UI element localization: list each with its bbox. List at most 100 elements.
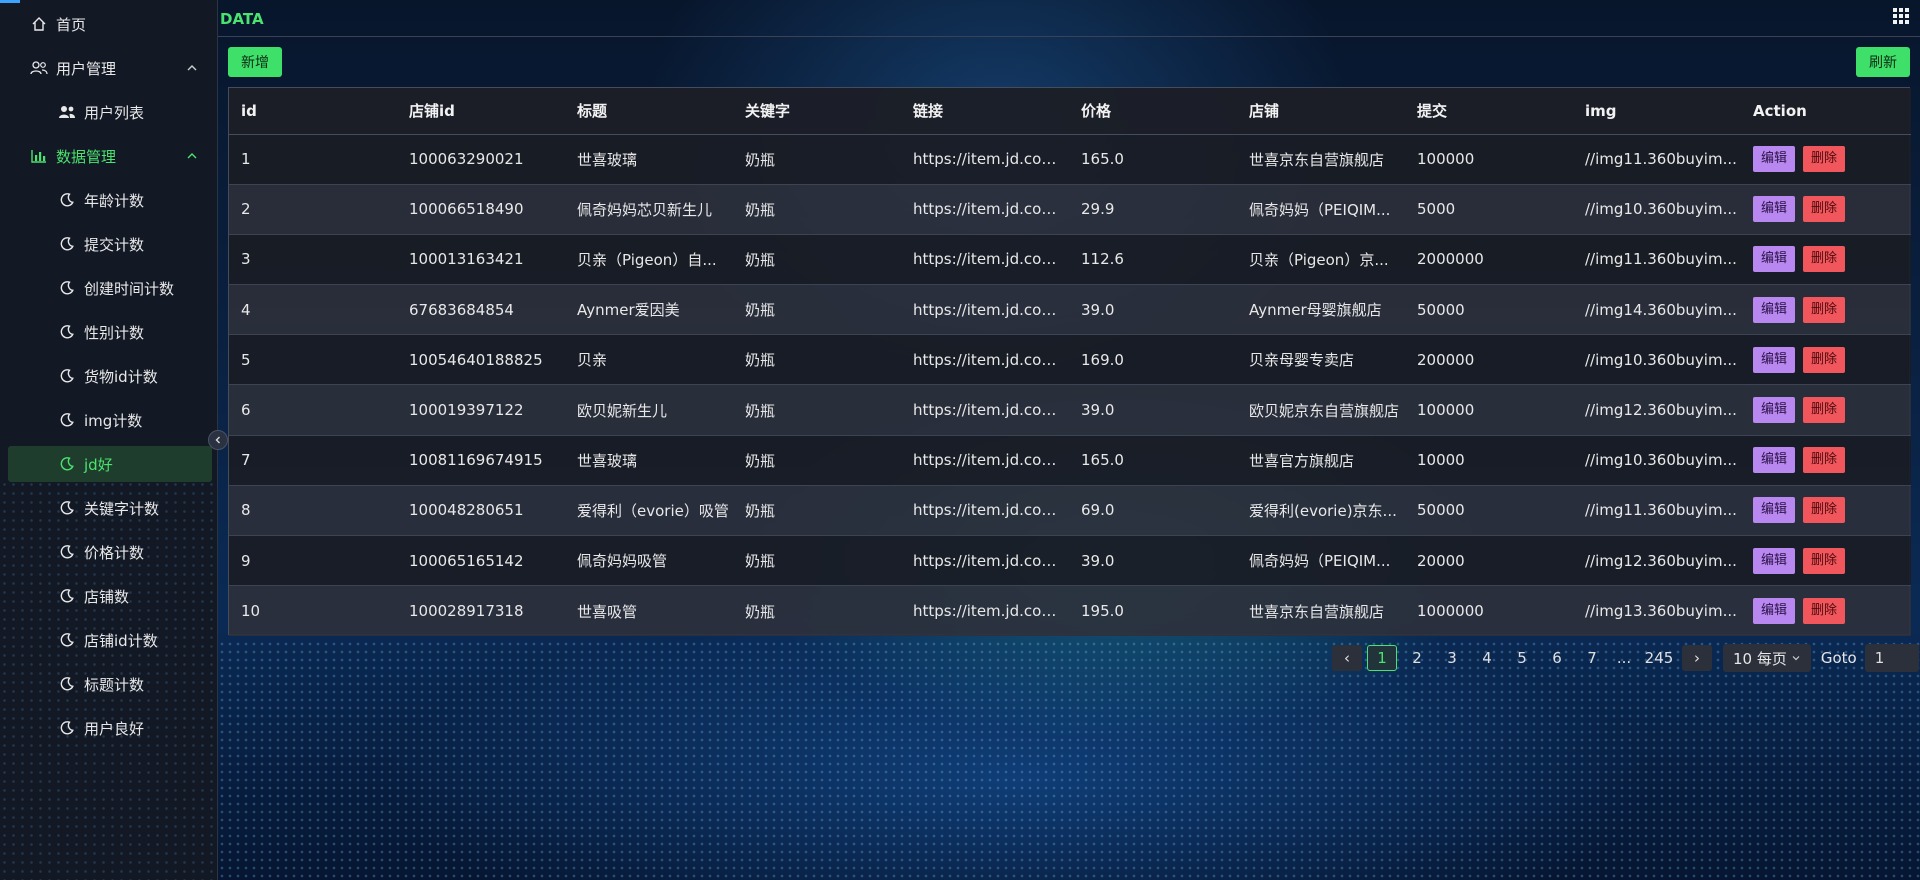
- delete-button[interactable]: 删除: [1803, 346, 1846, 373]
- pagination: ‹ 1 2 3 4 5 6 7... 245 › 10 每页 Goto: [1332, 644, 1919, 672]
- moon-icon: [58, 191, 76, 209]
- delete-button[interactable]: 删除: [1803, 598, 1846, 625]
- table-cell: 5: [229, 334, 397, 386]
- page-number-button[interactable]: 3: [1437, 645, 1467, 671]
- edit-button[interactable]: 编辑: [1753, 246, 1796, 273]
- page-number-button[interactable]: 2: [1402, 645, 1432, 671]
- sidebar-item-data-4[interactable]: 货物id计数: [0, 358, 218, 394]
- sidebar-item-data-3[interactable]: 性别计数: [0, 314, 218, 350]
- data-table: id 店铺id 标题 关键字 链接 价格 店铺 提交 img Action 1 1000632900…: [228, 87, 1911, 636]
- sidebar-group-data-mgmt[interactable]: 数据管理: [0, 138, 218, 174]
- refresh-button[interactable]: 刷新: [1856, 47, 1910, 77]
- table-cell: Aynmer母婴旗舰店: [1237, 284, 1405, 336]
- edit-button[interactable]: 编辑: [1753, 447, 1796, 474]
- sidebar-collapse-button[interactable]: [208, 430, 228, 450]
- table-cell: //img10.360buyim...: [1573, 435, 1741, 486]
- next-page-button[interactable]: ›: [1682, 645, 1712, 671]
- sidebar-item-data-6[interactable]: jd好: [8, 446, 212, 482]
- sidebar-item-data-7[interactable]: 关键字计数: [0, 490, 218, 526]
- table-cell: 195.0: [1069, 585, 1237, 636]
- delete-button[interactable]: 删除: [1803, 196, 1846, 223]
- page-number-button[interactable]: 6: [1542, 645, 1572, 671]
- table-row: 2 100066518490 佩奇妈妈芯贝新生儿 奶瓶 https://item.jd.…: [229, 184, 1911, 235]
- delete-button[interactable]: 删除: [1803, 397, 1846, 424]
- table-cell: 欧贝妮京东自营旗舰店: [1237, 384, 1405, 436]
- delete-button[interactable]: 删除: [1803, 146, 1846, 173]
- sidebar-item-data-5[interactable]: img计数: [0, 402, 218, 438]
- page-number-button[interactable]: 5: [1507, 645, 1537, 671]
- sidebar-item-data-8[interactable]: 价格计数: [0, 534, 218, 570]
- table-cell: https://item.jd.com...: [901, 184, 1069, 235]
- edit-button[interactable]: 编辑: [1753, 397, 1796, 424]
- sidebar-item-data-1[interactable]: 提交计数: [0, 226, 218, 262]
- chevron-up-icon: [187, 153, 197, 159]
- background-dots: [218, 640, 1920, 880]
- goto-input[interactable]: [1864, 644, 1919, 672]
- table-cell: 20000: [1405, 535, 1573, 587]
- edit-button[interactable]: 编辑: [1753, 497, 1796, 524]
- page-number-button[interactable]: 4: [1472, 645, 1502, 671]
- sidebar-item-data-2[interactable]: 创建时间计数: [0, 270, 218, 306]
- table-cell: https://item.jd.com...: [901, 384, 1069, 436]
- table-cell: 7: [229, 435, 397, 486]
- delete-button[interactable]: 删除: [1803, 246, 1846, 273]
- moon-icon: [58, 455, 76, 473]
- table-cell: 100063290021: [397, 134, 565, 185]
- sidebar-item-label: 关键字计数: [84, 499, 160, 518]
- sidebar-item-label: 价格计数: [84, 543, 145, 562]
- chevron-left-icon: [215, 436, 220, 444]
- sidebar-item-data-10[interactable]: 店铺id计数: [0, 622, 218, 658]
- table-cell: //img11.360buyim...: [1573, 485, 1741, 537]
- table-cell: 165.0: [1069, 435, 1237, 486]
- table-cell: 奶瓶: [733, 485, 901, 537]
- table-row: 10 100028917318 世喜吸管 奶瓶 https://item.jd.com.…: [229, 585, 1911, 636]
- sidebar-group-user-mgmt[interactable]: 用户管理: [0, 50, 218, 86]
- table-cell: 10081169674915: [397, 435, 565, 486]
- moon-icon: [58, 235, 76, 253]
- table-cell: https://item.jd.com...: [901, 284, 1069, 336]
- prev-page-button[interactable]: ‹: [1332, 645, 1362, 671]
- edit-button[interactable]: 编辑: [1753, 346, 1796, 373]
- user-group-icon: [58, 103, 76, 121]
- page-number-button[interactable]: 1: [1367, 645, 1397, 671]
- edit-button[interactable]: 编辑: [1753, 296, 1796, 323]
- chevron-down-icon: [1792, 656, 1800, 661]
- edit-button[interactable]: 编辑: [1753, 196, 1796, 223]
- delete-button[interactable]: 删除: [1803, 296, 1846, 323]
- action-cell: 编辑 删除: [1741, 435, 1911, 486]
- delete-button[interactable]: 删除: [1803, 497, 1846, 524]
- edit-button[interactable]: 编辑: [1753, 146, 1796, 173]
- table-cell: //img10.360buyim...: [1573, 334, 1741, 386]
- sidebar-item-data-11[interactable]: 标题计数: [0, 666, 218, 702]
- page-number-button[interactable]: 245: [1641, 645, 1677, 671]
- table-cell: //img12.360buyim...: [1573, 535, 1741, 587]
- sidebar-item-label: 性别计数: [84, 323, 145, 342]
- table-cell: 100028917318: [397, 585, 565, 636]
- table-cell: 贝亲（Pigeon）京...: [1237, 234, 1405, 286]
- sidebar-item-data-9[interactable]: 店铺数: [0, 578, 218, 614]
- delete-button[interactable]: 删除: [1803, 547, 1846, 574]
- sidebar-item-home[interactable]: 首页: [0, 6, 218, 42]
- page-size-select[interactable]: 10 每页: [1723, 644, 1811, 672]
- table-cell: 世喜玻璃: [565, 134, 733, 185]
- moon-icon: [58, 587, 76, 605]
- apps-grid-icon[interactable]: [1892, 7, 1910, 25]
- add-button[interactable]: 新增: [228, 47, 282, 77]
- table-cell: 100013163421: [397, 234, 565, 286]
- table-cell: 100019397122: [397, 384, 565, 436]
- table-cell: 奶瓶: [733, 585, 901, 636]
- table-cell: 2000000: [1405, 234, 1573, 286]
- sidebar-item-user-list[interactable]: 用户列表: [0, 94, 218, 130]
- edit-button[interactable]: 编辑: [1753, 598, 1796, 625]
- sidebar-group-label: 用户管理: [56, 59, 117, 78]
- edit-button[interactable]: 编辑: [1753, 547, 1796, 574]
- sidebar-item-data-12[interactable]: 用户良好: [0, 710, 218, 746]
- home-icon: [30, 15, 48, 33]
- column-header: Action: [1741, 88, 1911, 135]
- delete-button[interactable]: 删除: [1803, 447, 1846, 474]
- sidebar-item-data-0[interactable]: 年龄计数: [0, 182, 218, 218]
- table-cell: 39.0: [1069, 384, 1237, 436]
- moon-icon: [58, 499, 76, 517]
- page-number-button[interactable]: 7: [1577, 645, 1607, 671]
- table-cell: 奶瓶: [733, 535, 901, 587]
